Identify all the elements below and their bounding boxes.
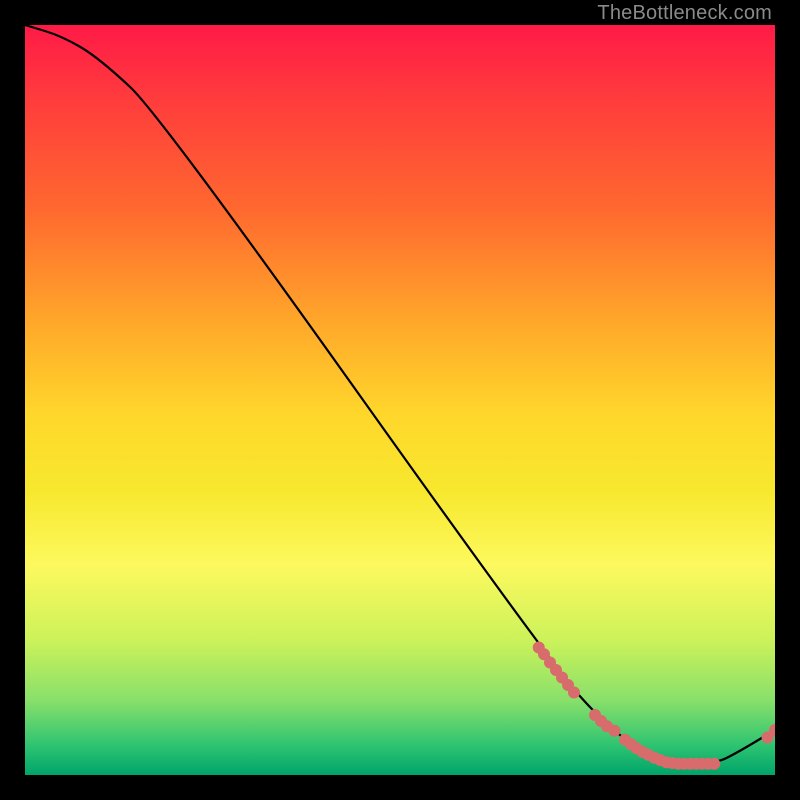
data-point (568, 687, 580, 699)
plot-area (25, 25, 775, 775)
data-point (708, 758, 720, 770)
bottleneck-curve-line (25, 25, 775, 764)
chart-overlay (25, 25, 775, 775)
watermark-label: TheBottleneck.com (597, 2, 772, 25)
chart-stage: TheBottleneck.com (0, 0, 800, 800)
data-point (609, 725, 621, 737)
